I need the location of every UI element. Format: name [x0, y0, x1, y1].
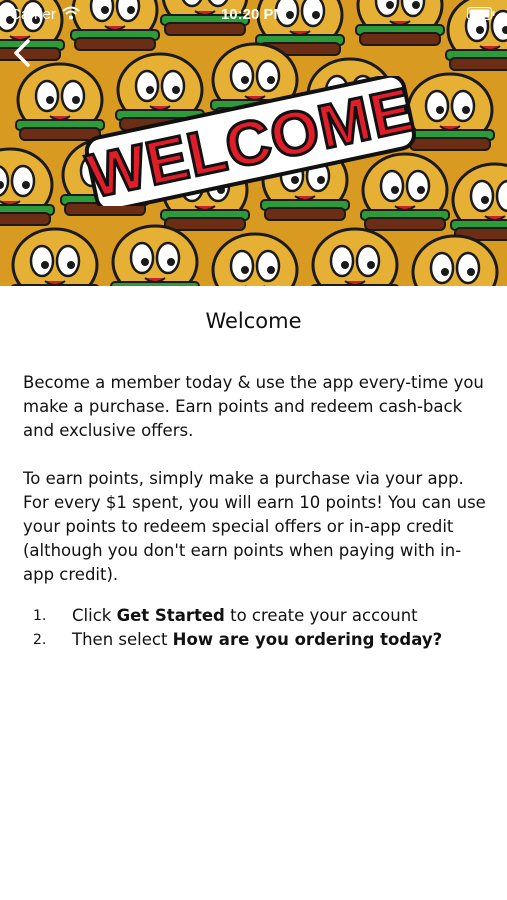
welcome-logo: WELCOME	[80, 76, 420, 206]
back-button[interactable]	[8, 36, 38, 70]
page-title: Welcome	[205, 309, 302, 333]
step-text: to create your account	[224, 606, 418, 625]
points-paragraph: To earn points, simply make a purchase v…	[23, 469, 486, 584]
intro-paragraph: Become a member today & use the app ever…	[23, 373, 484, 440]
status-time: 10:20 PM	[220, 6, 287, 23]
list-item: 1. Click Get Started to create your accou…	[0, 604, 507, 628]
ordering-question-label: How are you ordering today?	[172, 630, 443, 649]
step-number: 2.	[33, 632, 47, 648]
battery-icon	[466, 6, 495, 24]
chevron-left-icon	[14, 39, 30, 67]
step-number: 1.	[33, 608, 47, 624]
get-started-label: Get Started	[116, 606, 225, 625]
steps-list: 1. Click Get Started to create your accou…	[0, 604, 507, 652]
status-bar: Carrier 10:20 PM	[0, 0, 507, 28]
step-text: Click	[72, 606, 117, 625]
hero-banner: WELCOME Carrier 10:20 PM	[0, 0, 507, 286]
svg-text:WELCOME: WELCOME	[82, 76, 420, 206]
step-text: Then select	[72, 630, 173, 649]
list-item: 2. Then select How are you ordering today…	[0, 628, 507, 652]
